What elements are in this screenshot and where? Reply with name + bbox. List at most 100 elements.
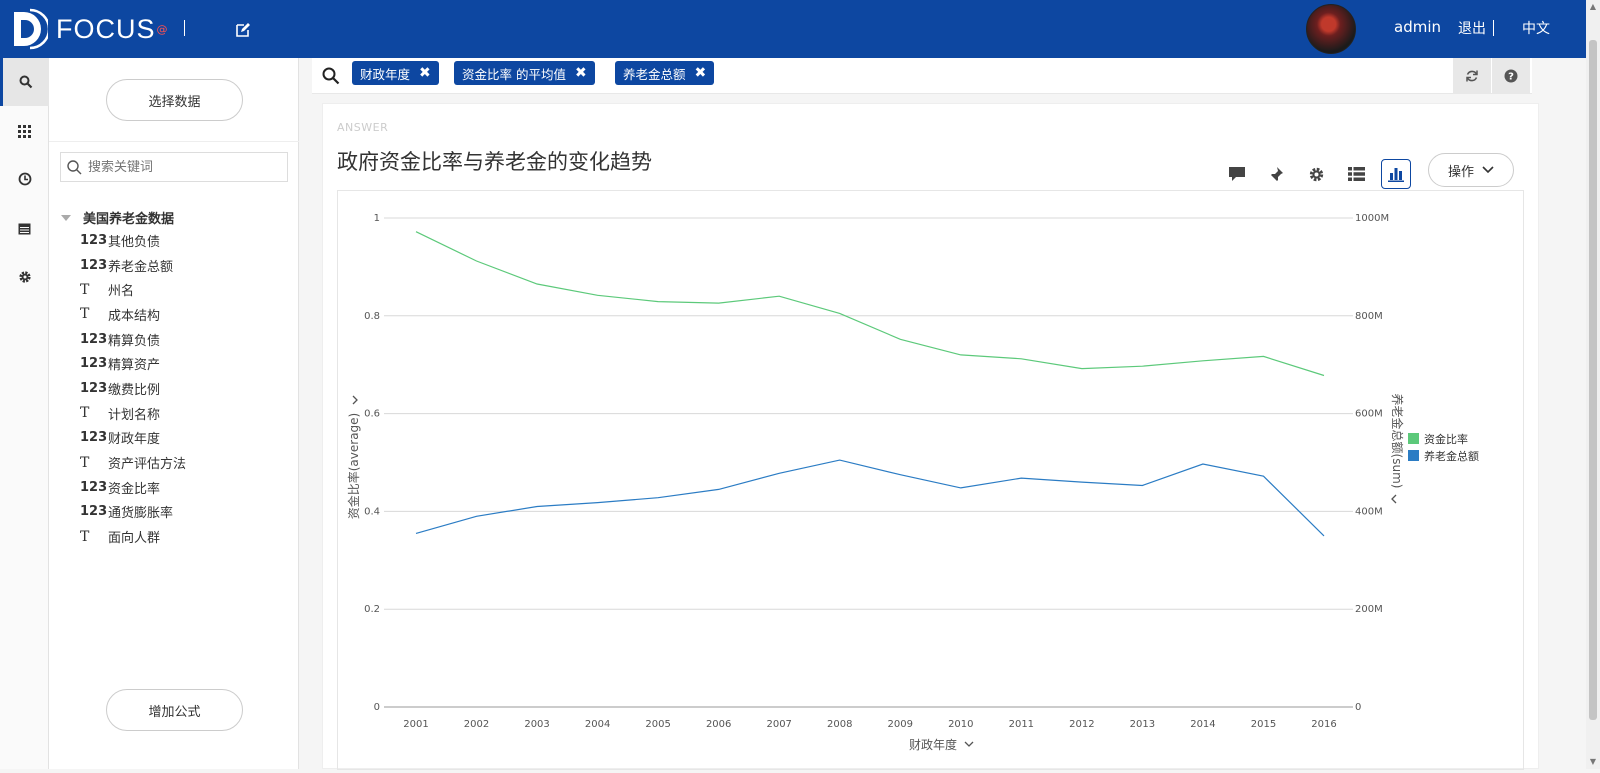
y-left-tick-label: 1 — [374, 213, 380, 224]
y-right-tick-label: 0 — [1355, 702, 1361, 713]
select-data-button[interactable]: 选择数据 — [106, 79, 243, 121]
datasource-node[interactable]: 美国养老金数据 — [61, 208, 174, 227]
field-item[interactable]: 123资金比率 — [80, 475, 186, 500]
numeric-type-icon: 123 — [80, 480, 108, 495]
search-icon — [67, 160, 82, 175]
field-item[interactable]: T成本结构 — [80, 302, 186, 327]
data-sidebar: 选择数据 美国养老金数据 123其他负债123养老金总额T州名T成本结构123精… — [49, 58, 299, 769]
table-view-button[interactable] — [1341, 159, 1371, 189]
y-right-axis-title: 养老金总额(sum) — [1390, 394, 1405, 489]
query-tag-label: 财政年度 — [360, 64, 410, 83]
search-icon — [19, 75, 33, 89]
pin-button[interactable] — [1261, 159, 1291, 189]
edit-icon[interactable] — [235, 22, 251, 38]
x-tick-label: 2016 — [1311, 719, 1336, 730]
user-avatar[interactable] — [1306, 4, 1356, 54]
y-left-tick-label: 0.4 — [364, 506, 380, 517]
field-item[interactable]: T计划名称 — [80, 401, 186, 426]
history-clock-icon — [18, 172, 32, 186]
field-item[interactable]: 123精算负债 — [80, 327, 186, 352]
query-tag[interactable]: 养老金总额✖ — [615, 61, 714, 85]
numeric-type-icon: 123 — [80, 258, 108, 273]
close-icon[interactable]: ✖ — [575, 65, 587, 81]
keyword-search-box[interactable] — [60, 152, 288, 182]
field-name: 通货膨胀率 — [108, 502, 173, 521]
field-item[interactable]: 123其他负债 — [80, 228, 186, 253]
field-item[interactable]: 123养老金总额 — [80, 253, 186, 278]
nav-calendar[interactable] — [0, 204, 49, 252]
field-item[interactable]: 123精算资产 — [80, 351, 186, 376]
close-icon[interactable]: ✖ — [695, 65, 707, 81]
answer-label: ANSWER — [337, 121, 388, 134]
field-name: 资产评估方法 — [108, 453, 186, 472]
refresh-button[interactable] — [1453, 58, 1491, 94]
y-right-tick-label: 800M — [1355, 311, 1383, 322]
x-tick-label: 2004 — [585, 719, 610, 730]
y-left-tick-label: 0.2 — [364, 604, 380, 615]
keyword-search-input[interactable] — [88, 160, 278, 175]
scroll-down-icon[interactable]: ▼ — [1588, 757, 1598, 766]
numeric-type-icon: 123 — [80, 430, 108, 445]
x-tick-label: 2009 — [888, 719, 913, 730]
svg-text:?: ? — [1508, 72, 1514, 83]
top-navbar: FOCUS@ admin 退出 中文 — [0, 0, 1600, 58]
add-formula-button[interactable]: 增加公式 — [106, 689, 243, 731]
series-line-funding-ratio — [416, 232, 1324, 376]
collapse-caret-icon[interactable] — [61, 215, 71, 221]
x-tick-label: 2002 — [464, 719, 489, 730]
language-switch[interactable]: 中文 — [1522, 18, 1550, 38]
query-tag-label: 资金比率 的平均值 — [462, 64, 566, 83]
field-item[interactable]: T州名 — [80, 277, 186, 302]
text-type-icon: T — [80, 282, 108, 298]
series-line-pension-total — [416, 460, 1324, 536]
refresh-icon — [1465, 69, 1479, 83]
y-left-tick-label: 0.8 — [364, 311, 380, 322]
chart-view-button[interactable] — [1381, 159, 1411, 189]
logout-link[interactable]: 退出 — [1458, 18, 1486, 38]
query-tag[interactable]: 财政年度 ✖ — [352, 61, 439, 85]
field-name: 成本结构 — [108, 305, 160, 324]
x-tick-label: 2005 — [645, 719, 670, 730]
settings-gear-icon — [18, 270, 32, 284]
y-left-axis-chevron-icon — [353, 396, 357, 404]
field-name: 面向人群 — [108, 527, 160, 546]
numeric-type-icon: 123 — [80, 381, 108, 396]
apps-grid-icon — [18, 125, 31, 138]
comment-button[interactable] — [1222, 159, 1252, 189]
sidebar-divider — [49, 141, 299, 142]
username[interactable]: admin — [1394, 18, 1441, 36]
field-item[interactable]: T面向人群 — [80, 524, 186, 549]
field-item[interactable]: 123财政年度 — [80, 426, 186, 451]
field-name: 财政年度 — [108, 428, 160, 447]
legend-label: 资金比率 — [1424, 432, 1468, 446]
x-tick-label: 2008 — [827, 719, 852, 730]
field-list: 123其他负债123养老金总额T州名T成本结构123精算负债123精算资产123… — [80, 228, 186, 549]
scrollbar-thumb[interactable] — [1589, 40, 1597, 720]
close-icon[interactable]: ✖ — [419, 65, 431, 81]
datasource-name: 美国养老金数据 — [83, 208, 174, 227]
chart-settings-button[interactable] — [1301, 159, 1331, 189]
focus-logo[interactable]: FOCUS@ — [10, 8, 168, 50]
field-item[interactable]: T资产评估方法 — [80, 450, 186, 475]
field-name: 计划名称 — [108, 404, 160, 423]
x-tick-label: 2003 — [524, 719, 549, 730]
x-tick-label: 2013 — [1130, 719, 1155, 730]
topbar-divider — [184, 20, 185, 36]
nav-settings[interactable] — [0, 253, 49, 301]
scroll-up-icon[interactable]: ▲ — [1588, 2, 1598, 11]
query-tag[interactable]: 资金比率 的平均值 ✖ — [454, 61, 595, 85]
query-bar: 财政年度 ✖ 资金比率 的平均值 ✖ 养老金总额✖ ? — [312, 58, 1532, 94]
nav-history[interactable] — [0, 155, 49, 203]
calendar-icon — [18, 222, 31, 235]
field-item[interactable]: 123通货膨胀率 — [80, 500, 186, 525]
text-type-icon: T — [80, 306, 108, 322]
field-name: 精算负债 — [108, 330, 160, 349]
legend-swatch — [1408, 450, 1419, 461]
operations-dropdown[interactable]: 操作 — [1428, 153, 1514, 187]
nav-search[interactable] — [0, 58, 49, 106]
help-button[interactable]: ? — [1492, 58, 1530, 94]
search-icon[interactable] — [322, 67, 340, 85]
text-type-icon: T — [80, 405, 108, 421]
nav-apps[interactable] — [0, 107, 49, 155]
field-item[interactable]: 123缴费比例 — [80, 376, 186, 401]
